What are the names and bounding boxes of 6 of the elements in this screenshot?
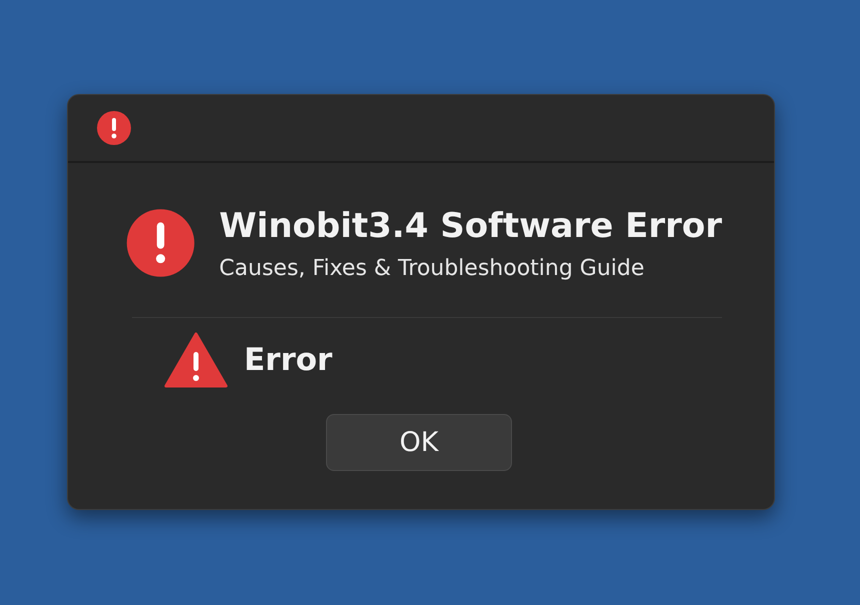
dialog-subheading: Causes, Fixes & Troubleshooting Guide xyxy=(219,256,646,280)
error-message: Error xyxy=(244,342,332,378)
warning-icon xyxy=(164,332,228,388)
error-icon xyxy=(96,110,132,146)
ok-button[interactable]: OK xyxy=(326,414,512,471)
dialog-heading: Winobit3.4 Software Error xyxy=(219,206,722,246)
